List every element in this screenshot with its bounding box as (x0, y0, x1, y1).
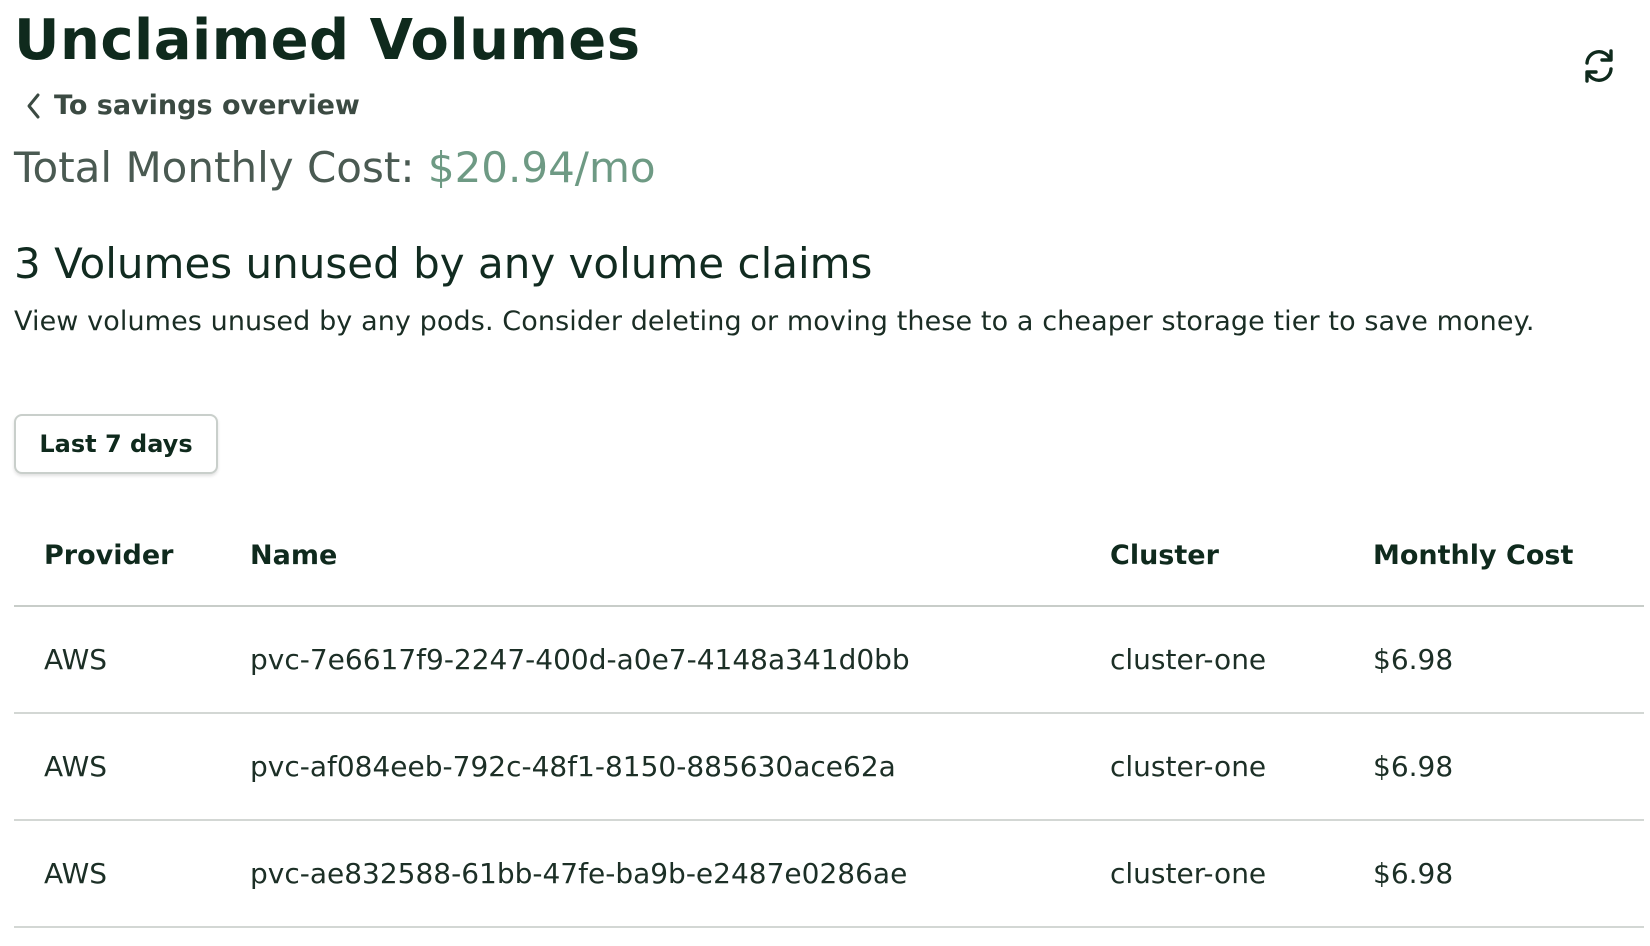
cell-provider: AWS (14, 820, 250, 928)
cell-cluster: cluster-one (1110, 820, 1373, 928)
total-cost-label: Total Monthly Cost: (14, 143, 415, 192)
column-header-provider[interactable]: Provider (14, 505, 250, 607)
cell-volume-name: pvc-ae832588-61bb-47fe-ba9b-e2487e0286ae (250, 820, 1110, 928)
page-title: Unclaimed Volumes (14, 8, 641, 73)
chevron-left-icon (27, 93, 40, 118)
cell-monthly-cost: $6.98 (1373, 606, 1644, 714)
cell-volume-name: pvc-7e6617f9-2247-400d-a0e7-4148a341d0bb (250, 606, 1110, 714)
total-monthly-cost: Total Monthly Cost: $20.94/mo (14, 143, 656, 192)
cell-monthly-cost: $6.98 (1373, 820, 1644, 928)
cell-provider: AWS (14, 713, 250, 821)
table-row[interactable]: AWS pvc-7e6617f9-2247-400d-a0e7-4148a341… (14, 606, 1644, 714)
volumes-table: Provider Name Cluster Monthly Cost AWS p… (14, 505, 1644, 928)
back-link-label: To savings overview (54, 90, 360, 121)
table-row[interactable]: AWS pvc-ae832588-61bb-47fe-ba9b-e2487e02… (14, 820, 1644, 928)
date-range-button[interactable]: Last 7 days (14, 414, 218, 474)
cell-volume-name: pvc-af084eeb-792c-48f1-8150-885630ace62a (250, 713, 1110, 821)
column-header-name[interactable]: Name (250, 505, 1110, 607)
total-cost-value: $20.94/mo (427, 143, 656, 192)
refresh-button[interactable] (1577, 44, 1621, 88)
refresh-icon (1585, 49, 1613, 83)
section-description: View volumes unused by any pods. Conside… (14, 306, 1535, 337)
section-heading: 3 Volumes unused by any volume claims (14, 239, 873, 288)
column-header-cluster[interactable]: Cluster (1110, 505, 1373, 607)
column-header-monthly-cost[interactable]: Monthly Cost (1373, 505, 1644, 607)
table-row[interactable]: AWS pvc-af084eeb-792c-48f1-8150-885630ac… (14, 713, 1644, 821)
back-to-savings-link[interactable]: To savings overview (26, 90, 360, 121)
table-header-row: Provider Name Cluster Monthly Cost (14, 505, 1644, 607)
cell-monthly-cost: $6.98 (1373, 713, 1644, 821)
cell-provider: AWS (14, 606, 250, 714)
cell-cluster: cluster-one (1110, 606, 1373, 714)
cell-cluster: cluster-one (1110, 713, 1373, 821)
